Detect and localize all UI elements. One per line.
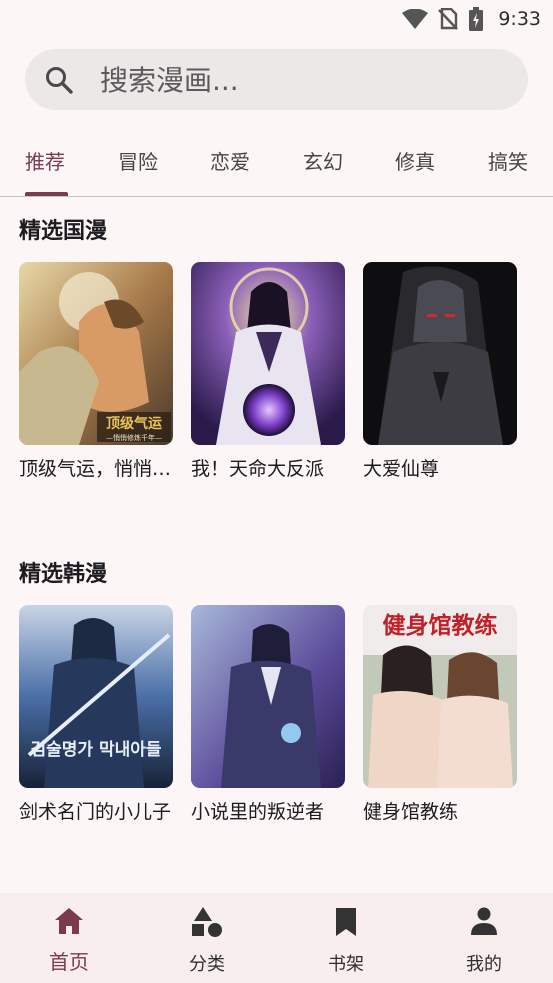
status-bar: 9:33 [0,0,553,40]
clock: 9:33 [498,8,541,30]
tab-comedy[interactable]: 搞笑 [488,146,528,175]
tab-adventure[interactable]: 冒险 [118,146,158,175]
bookmark-icon [335,907,357,941]
nav-profile[interactable]: 我的 [415,893,553,983]
tab-fantasy[interactable]: 玄幻 [303,146,343,175]
cover-subtitle-text: —悄悄修炼千年— [106,433,162,442]
tab-recommended[interactable]: 推荐 [25,146,65,175]
no-sim-icon [438,8,459,30]
comic-card[interactable]: 我！天命大反派 [191,262,345,481]
comic-title[interactable]: 剑术名门的小儿子 [19,797,173,824]
comic-title[interactable]: 健身馆教练 [363,797,517,824]
comic-cover[interactable] [191,262,345,445]
comic-title[interactable]: 大爱仙尊 [363,454,517,481]
category-icon [191,907,223,941]
comic-cover[interactable] [191,605,345,788]
tab-indicator [25,192,68,196]
comic-cover[interactable] [363,262,517,445]
comic-card[interactable]: 검술명가 막내아들 剑术名门的小儿子 [19,605,173,824]
search-bar[interactable] [25,49,528,110]
comic-card[interactable]: 健身馆教练 健身馆教练 [363,605,517,824]
comic-title[interactable]: 小说里的叛逆者 [191,797,345,824]
home-icon [54,907,84,939]
nav-bookshelf[interactable]: 书架 [277,893,415,983]
person-icon [471,907,497,939]
section-title-chinese: 精选国漫 [19,219,108,244]
cover-title-text: 검술명가 막내아들 [30,740,161,760]
search-icon [44,65,74,99]
cover-title-text: 顶级气运 [106,415,162,432]
comic-card[interactable]: 顶级气运 —悄悄修炼千年— 顶级气运，悄悄修炼千年 [19,262,173,481]
comic-title[interactable]: 我！天命大反派 [191,454,345,481]
comic-cover[interactable]: 顶级气运 —悄悄修炼千年— [19,262,173,445]
nav-label-home: 首页 [49,950,89,974]
wifi-icon [402,9,429,29]
comic-card[interactable]: 小说里的叛逆者 [191,605,345,824]
nav-home[interactable]: 首页 [0,893,138,983]
nav-label-bookshelf: 书架 [328,954,364,975]
tab-cultivation[interactable]: 修真 [395,146,435,175]
battery-charging-icon [468,7,484,31]
comic-cover[interactable]: 健身馆教练 [363,605,517,788]
comic-card[interactable]: 大爱仙尊 [363,262,517,481]
nav-label-category: 分类 [189,954,225,975]
nav-category[interactable]: 分类 [138,893,276,983]
status-icons: 9:33 [402,6,541,32]
cover-title-text: 健身馆教练 [383,612,498,639]
search-input[interactable] [98,59,502,101]
category-tabs: 推荐 冒险 恋爱 玄幻 修真 搞笑 [0,124,553,197]
comic-title[interactable]: 顶级气运，悄悄修炼千年 [19,454,173,481]
nav-label-profile: 我的 [466,954,502,975]
bottom-nav: 首页 分类 书架 我的 [0,893,553,983]
tab-romance[interactable]: 恋爱 [210,146,250,175]
section-title-korean: 精选韩漫 [19,562,108,587]
comic-cover[interactable]: 검술명가 막내아들 [19,605,173,788]
